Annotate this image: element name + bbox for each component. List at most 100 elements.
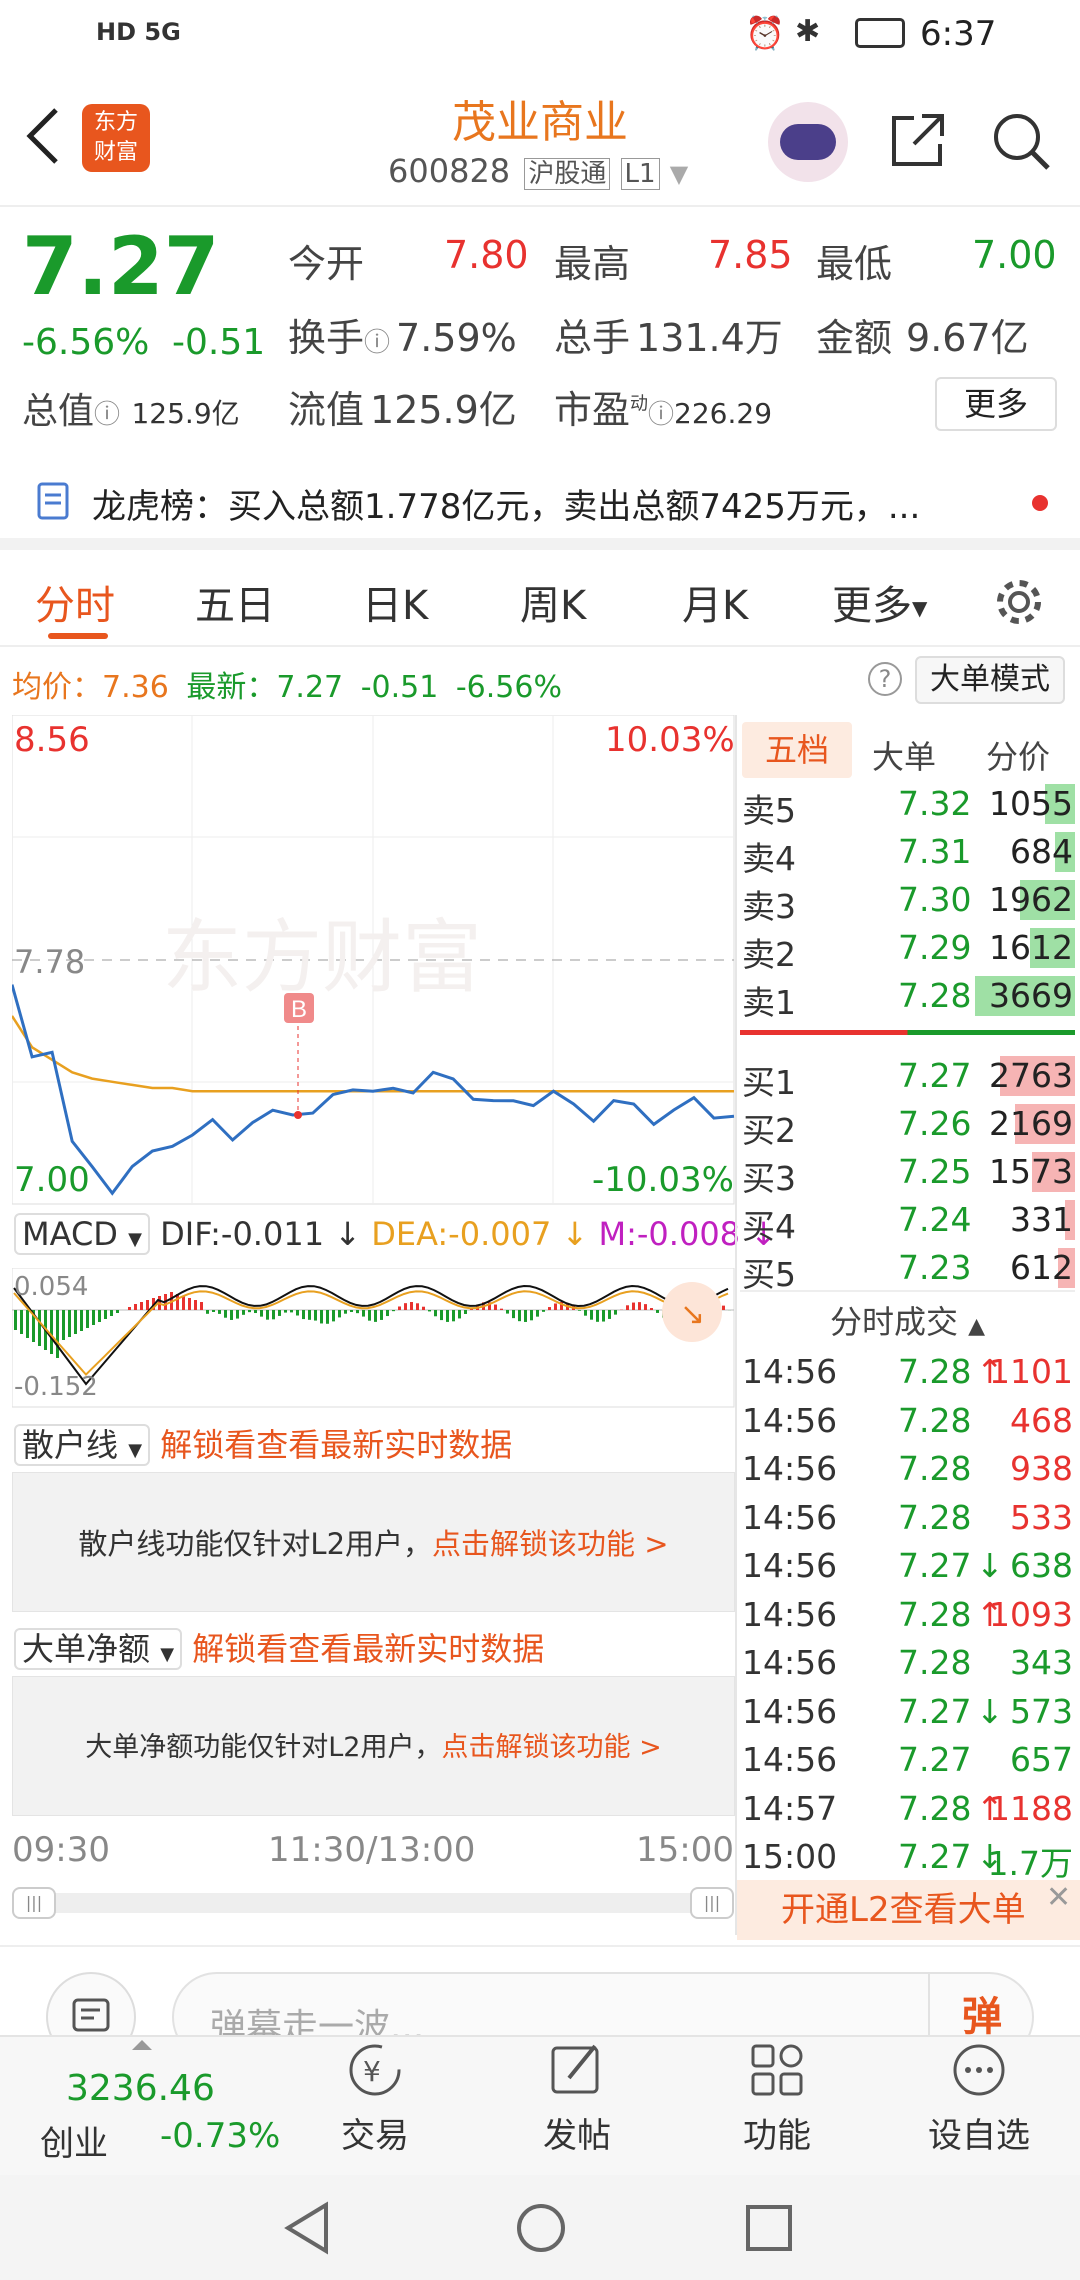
stock-code-row[interactable]: 600828 沪股通 L1 ▼ bbox=[388, 152, 688, 190]
tick-time: 14:56 bbox=[742, 1400, 838, 1440]
more-button[interactable]: 更多 bbox=[935, 377, 1057, 431]
help-icon[interactable]: ? bbox=[868, 662, 902, 696]
bignet-select[interactable]: 大单净额 ▼ bbox=[14, 1628, 183, 1670]
ask-row[interactable]: 卖3 7.30 1962 bbox=[740, 876, 1075, 926]
macd-bar bbox=[188, 1298, 191, 1310]
macd-bar bbox=[410, 1302, 413, 1310]
range-handle-right[interactable]: ||| bbox=[690, 1887, 734, 1919]
l2-upgrade-banner[interactable]: 开通L2查看大单 bbox=[737, 1880, 1080, 1940]
nav-add-favorite[interactable]: 设自选 bbox=[904, 2040, 1054, 2157]
macd-bar bbox=[194, 1300, 197, 1310]
assistant-avatar[interactable] bbox=[768, 102, 848, 182]
more-dots-icon bbox=[953, 2044, 1005, 2096]
back-icon[interactable] bbox=[22, 106, 62, 166]
info-icon[interactable]: ⓘ bbox=[648, 400, 674, 430]
macd-select[interactable]: MACD ▼ bbox=[14, 1213, 150, 1255]
ask-row[interactable]: 卖1 7.28 3669 bbox=[740, 972, 1075, 1022]
apps-grid-icon bbox=[751, 2044, 803, 2096]
tab-daily[interactable]: 日K bbox=[362, 573, 428, 631]
retail-select[interactable]: 散户线 ▼ bbox=[14, 1424, 151, 1466]
pe-sup: 动 bbox=[630, 393, 649, 415]
bid-row[interactable]: 买1 7.27 2763 bbox=[740, 1052, 1075, 1102]
share-icon[interactable] bbox=[888, 110, 948, 170]
dropdown-icon: ▼ bbox=[669, 160, 689, 188]
home-nav-icon[interactable] bbox=[514, 2201, 568, 2255]
m-value: M:-0.008 bbox=[598, 1215, 741, 1253]
bid-row[interactable]: 买4 7.24 331 bbox=[740, 1196, 1075, 1246]
retail-unlock-text[interactable]: 解锁看查看最新实时数据 bbox=[160, 1426, 512, 1464]
lhb-banner[interactable]: 龙虎榜：买入总额1.778亿元，卖出总额7425万元，... bbox=[0, 455, 1080, 550]
tab-five-level[interactable]: 五档 bbox=[742, 722, 852, 778]
open-label: 今开 bbox=[288, 242, 365, 286]
macd-bar bbox=[392, 1310, 395, 1312]
bignet-unlock-link[interactable]: 点击解锁该功能 > bbox=[442, 1732, 662, 1763]
info-icon[interactable]: ⓘ bbox=[364, 328, 390, 358]
macd-bar bbox=[92, 1310, 95, 1325]
level-label: 卖5 bbox=[742, 791, 796, 830]
macd-bar bbox=[452, 1310, 455, 1322]
tick-time: 14:56 bbox=[742, 1352, 838, 1391]
macd-bar bbox=[332, 1310, 335, 1322]
nav-post[interactable]: 发帖 bbox=[502, 2040, 652, 2157]
bid-row[interactable]: 买5 7.23 612 bbox=[740, 1244, 1075, 1294]
intraday-chart[interactable]: 东方财富 B bbox=[12, 715, 735, 1205]
settings-gear-icon[interactable] bbox=[992, 575, 1046, 629]
ticks-header[interactable]: 分时成交 ▲ bbox=[740, 1290, 1075, 1350]
bignet-unlock-text[interactable]: 解锁看查看最新实时数据 bbox=[192, 1630, 544, 1668]
pe-ratio: 市盈动ⓘ226.29 bbox=[554, 379, 772, 434]
tab-weekly[interactable]: 周K bbox=[520, 573, 586, 631]
bid-row[interactable]: 买2 7.26 2169 bbox=[740, 1100, 1075, 1150]
search-icon[interactable] bbox=[990, 110, 1054, 174]
level-price: 7.32 bbox=[898, 784, 972, 823]
index-value[interactable]: 3236.46 bbox=[66, 2068, 215, 2109]
app-logo[interactable]: 东方 财富 bbox=[82, 104, 150, 172]
close-icon[interactable]: ✕ bbox=[1046, 1880, 1071, 1915]
index-pct[interactable]: -0.73% bbox=[160, 2116, 280, 2156]
tick-volume: 1.7万 bbox=[987, 1844, 1073, 1883]
recents-nav-icon[interactable] bbox=[744, 2203, 794, 2253]
bid-row[interactable]: 买3 7.25 1573 bbox=[740, 1148, 1075, 1198]
macd-bar bbox=[224, 1310, 227, 1318]
macd-bar bbox=[200, 1302, 203, 1310]
nav-trade[interactable]: ¥ 交易 bbox=[300, 2040, 450, 2157]
float-value: 125.9亿 bbox=[370, 388, 517, 432]
macd-bar bbox=[416, 1303, 419, 1310]
tab-more[interactable]: 更多▼ bbox=[832, 573, 927, 631]
range-scrollbar[interactable]: ||| ||| bbox=[12, 1887, 734, 1919]
tab-intraday[interactable]: 分时 bbox=[35, 573, 115, 631]
macd-bar bbox=[230, 1310, 233, 1320]
last-price: 7.27 bbox=[22, 220, 220, 313]
ask-row[interactable]: 卖4 7.31 684 bbox=[740, 828, 1075, 878]
dif-value: DIF:-0.011 bbox=[160, 1215, 325, 1253]
nav-function[interactable]: 功能 bbox=[702, 2040, 852, 2157]
level-label: 买3 bbox=[742, 1159, 796, 1198]
macd-chart[interactable]: ↘ bbox=[12, 1268, 735, 1408]
retail-header: 散户线 ▼ 解锁看查看最新实时数据 bbox=[14, 1420, 512, 1466]
range-handle-left[interactable]: ||| bbox=[12, 1887, 56, 1919]
index-name[interactable]: 创业 bbox=[40, 2116, 108, 2165]
tick-price: 7.27 bbox=[898, 1837, 972, 1876]
tick-row: 14:56 7.27 657 bbox=[742, 1736, 1075, 1784]
pull-up-icon[interactable] bbox=[132, 2040, 152, 2050]
back-nav-icon[interactable] bbox=[282, 2201, 332, 2255]
tab-monthly[interactable]: 月K bbox=[682, 573, 748, 631]
big-order-mode-button[interactable]: 大单模式 bbox=[915, 656, 1065, 704]
macd-bar bbox=[134, 1304, 137, 1310]
tab-price-split[interactable]: 分价 bbox=[986, 732, 1050, 778]
document-icon bbox=[37, 482, 69, 520]
avg-label: 均价： bbox=[12, 670, 102, 705]
info-icon[interactable]: ⓘ bbox=[94, 400, 120, 430]
tab-big-order[interactable]: 大单 bbox=[872, 732, 936, 778]
tick-time: 14:56 bbox=[742, 1594, 838, 1634]
tab-5day[interactable]: 五日 bbox=[195, 573, 275, 631]
tick-time: 14:56 bbox=[742, 1449, 838, 1488]
ask-row[interactable]: 卖2 7.29 1612 bbox=[740, 924, 1075, 974]
tick-row: 14:56 7.27 ↓ 638 bbox=[742, 1542, 1075, 1590]
retail-unlock-link[interactable]: 点击解锁该功能 > bbox=[432, 1527, 669, 1561]
ask-row[interactable]: 卖5 7.32 1055 bbox=[740, 780, 1075, 830]
level-volume: 612 bbox=[1010, 1248, 1073, 1287]
macd-bar bbox=[428, 1310, 431, 1312]
macd-bar bbox=[584, 1310, 587, 1316]
lhb-text: 龙虎榜：买入总额1.778亿元，卖出总额7425万元，... bbox=[92, 487, 921, 527]
mktcap: 总值ⓘ 125.9亿 bbox=[22, 382, 240, 434]
